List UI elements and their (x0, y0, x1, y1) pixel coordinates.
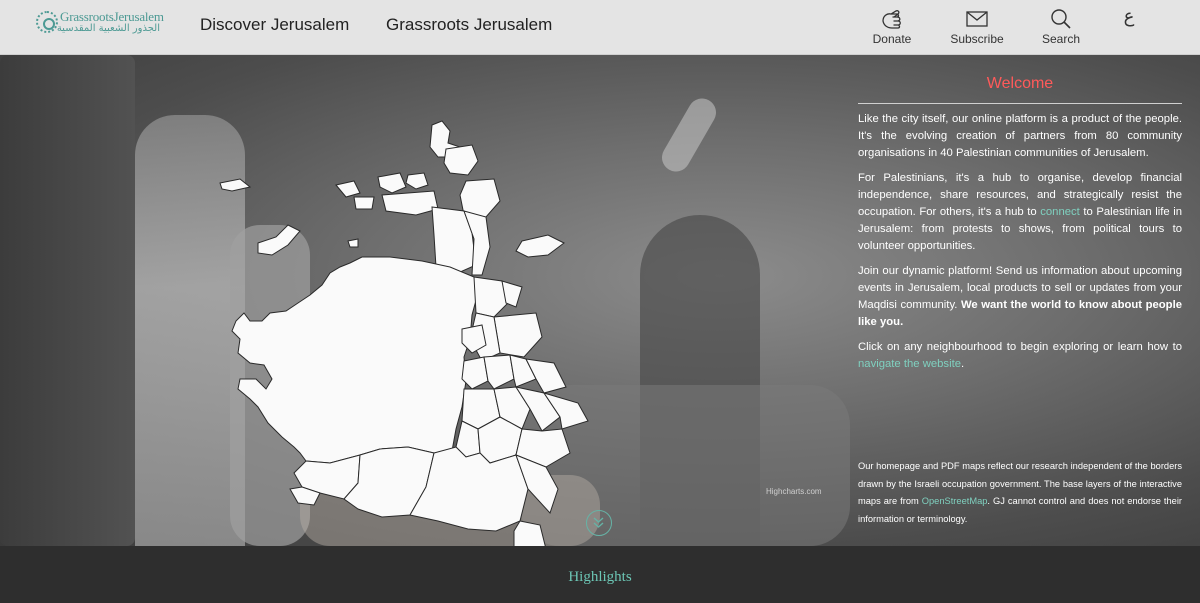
map-neighbourhood[interactable] (381, 190, 439, 216)
language-switch-arabic[interactable]: ع (1118, 6, 1140, 28)
chevron-double-down-icon (593, 517, 604, 528)
divider (858, 103, 1182, 104)
openstreetmap-link[interactable]: OpenStreetMap (922, 496, 988, 506)
logo-emblem-icon (36, 11, 58, 33)
background-photo-shape (0, 55, 135, 546)
nav-grassroots-jerusalem[interactable]: Grassroots Jerusalem (386, 15, 552, 35)
scroll-down-button[interactable] (586, 510, 612, 536)
map-neighbourhood[interactable] (513, 520, 546, 546)
welcome-paragraph: Click on any neighbourhood to begin expl… (858, 339, 1182, 373)
map-neighbourhood[interactable] (515, 234, 565, 258)
background-photo-shape (656, 93, 722, 177)
highlights-heading: Highlights (568, 569, 632, 585)
welcome-text: Click on any neighbourhood to begin expl… (858, 341, 1182, 353)
map-neighbourhood[interactable] (377, 172, 407, 194)
jerusalem-neighbourhood-map[interactable] (210, 117, 630, 546)
welcome-paragraph: For Palestinians, it's a hub to organise… (858, 170, 1182, 255)
donate-label: Donate (872, 32, 912, 46)
welcome-panel: Welcome Like the city itself, our online… (858, 75, 1182, 381)
map-disclaimer: Our homepage and PDF maps reflect our re… (858, 458, 1182, 528)
welcome-paragraph: Like the city itself, our online platfor… (858, 113, 1182, 159)
map-neighbourhood[interactable] (231, 256, 479, 464)
connect-link[interactable]: connect (1040, 206, 1080, 218)
envelope-icon (966, 11, 988, 27)
welcome-paragraph: Join our dynamic platform! Send us infor… (858, 263, 1182, 331)
welcome-title: Welcome (986, 75, 1054, 92)
search-icon (1051, 9, 1071, 29)
nav-discover-jerusalem[interactable]: Discover Jerusalem (200, 15, 349, 35)
map-neighbourhood[interactable] (347, 238, 359, 248)
map-neighbourhood[interactable] (219, 178, 252, 192)
map-neighbourhood[interactable] (257, 224, 301, 256)
map-neighbourhood[interactable] (353, 196, 375, 210)
map-credit[interactable]: Highcharts.com (766, 487, 822, 496)
donate-hand-icon (882, 10, 901, 29)
map-neighbourhood[interactable] (405, 172, 429, 190)
top-navigation-bar: GrassrootsJerusalem الجذور الشعبية المقد… (0, 0, 1200, 55)
donate-button[interactable]: Donate (857, 7, 927, 49)
map-neighbourhood[interactable] (493, 312, 543, 358)
welcome-text: . (961, 358, 965, 370)
search-label: Search (1041, 32, 1081, 46)
map-neighbourhood[interactable] (443, 144, 479, 176)
hero-section: Highcharts.com Welcome Like the city its… (0, 55, 1200, 546)
site-logo[interactable]: GrassrootsJerusalem الجذور الشعبية المقد… (36, 9, 166, 39)
logo-text-arabic: الجذور الشعبية المقدسية (56, 23, 160, 34)
subscribe-label: Subscribe (950, 32, 1004, 46)
subscribe-button[interactable]: Subscribe (942, 7, 1012, 49)
navigate-website-link[interactable]: navigate the website (858, 358, 961, 370)
highlights-section: Highlights (0, 546, 1200, 603)
map-neighbourhood[interactable] (335, 180, 361, 198)
search-button[interactable]: Search (1026, 7, 1096, 49)
map-neighbourhood[interactable] (483, 354, 515, 390)
